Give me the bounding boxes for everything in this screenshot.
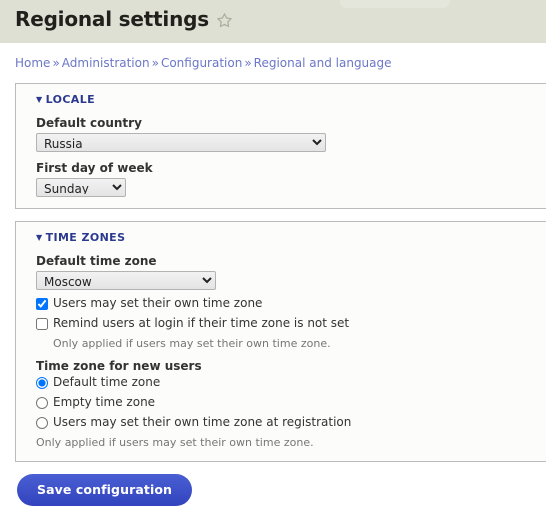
time-zone-for-new-users-label: Time zone for new users: [36, 359, 202, 373]
chevron-down-icon: ▼: [36, 233, 43, 242]
users-may-set-own-time-zone-row[interactable]: Users may set their own time zone: [36, 296, 546, 311]
first-day-of-week-select[interactable]: Sunday: [36, 178, 126, 197]
fieldset-locale-legend[interactable]: ▼ LOCALE: [16, 93, 546, 106]
fieldset-locale-legend-label: LOCALE: [45, 93, 96, 106]
new-users-empty-time-zone-radio[interactable]: [36, 397, 48, 409]
new-users-default-time-zone-label[interactable]: Default time zone: [53, 375, 160, 390]
breadcrumb: Home» Administration» Configuration» Region…: [0, 43, 546, 70]
new-users-set-at-registration-radio[interactable]: [36, 417, 48, 429]
new-users-empty-time-zone-label[interactable]: Empty time zone: [53, 395, 155, 410]
fieldset-time-zones-legend[interactable]: ▼ TIME ZONES: [16, 231, 546, 244]
breadcrumb-item-configuration[interactable]: Configuration: [161, 56, 242, 70]
fieldset-locale-body: Default country Russia First day of week…: [16, 116, 546, 197]
first-day-of-week-label: First day of week: [36, 161, 153, 175]
default-country-label: Default country: [36, 116, 142, 130]
save-configuration-button[interactable]: Save configuration: [17, 474, 193, 506]
users-may-set-own-time-zone-checkbox[interactable]: [36, 298, 48, 310]
breadcrumb-item-regional-and-language[interactable]: Regional and language: [254, 56, 392, 70]
page-header-band: Regional settings: [0, 0, 546, 43]
remind-users-at-login-row[interactable]: Remind users at login if their time zone…: [36, 316, 546, 331]
form-actions: Save configuration: [0, 474, 546, 506]
breadcrumb-item-administration[interactable]: Administration: [62, 56, 150, 70]
new-users-default-time-zone-radio[interactable]: [36, 377, 48, 389]
page-title-row: Regional settings: [15, 9, 233, 29]
default-time-zone-select[interactable]: Moscow: [36, 271, 216, 290]
new-users-set-at-registration-label[interactable]: Users may set their own time zone at reg…: [53, 415, 351, 430]
fieldset-locale: ▼ LOCALE Default country Russia First day…: [15, 83, 546, 209]
new-users-set-at-registration-row[interactable]: Users may set their own time zone at reg…: [36, 415, 546, 430]
new-users-default-time-zone-row[interactable]: Default time zone: [36, 375, 546, 390]
users-may-set-own-time-zone-label[interactable]: Users may set their own time zone: [53, 296, 262, 311]
breadcrumb-separator: »: [244, 56, 252, 70]
remind-users-at-login-checkbox[interactable]: [36, 318, 48, 330]
fieldset-time-zones-legend-label: TIME ZONES: [45, 231, 126, 244]
remind-users-at-login-label[interactable]: Remind users at login if their time zone…: [53, 316, 349, 331]
new-users-empty-time-zone-row[interactable]: Empty time zone: [36, 395, 546, 410]
toolbar-tab-stub: [340, 0, 450, 8]
star-outline-icon[interactable]: [216, 12, 233, 29]
remind-users-description: Only applied if users may set their own …: [53, 337, 331, 350]
breadcrumb-item-home[interactable]: Home: [15, 56, 50, 70]
fieldset-time-zones: ▼ TIME ZONES Default time zone Moscow Use…: [15, 221, 546, 462]
page-title: Regional settings: [15, 7, 209, 31]
new-users-description: Only applied if users may set their own …: [36, 436, 314, 449]
settings-form: ▼ LOCALE Default country Russia First day…: [0, 83, 546, 462]
chevron-down-icon: ▼: [36, 95, 43, 104]
breadcrumb-separator: »: [151, 56, 159, 70]
breadcrumb-separator: »: [52, 56, 60, 70]
default-time-zone-label: Default time zone: [36, 254, 157, 268]
default-country-select[interactable]: Russia: [36, 133, 326, 152]
fieldset-time-zones-body: Default time zone Moscow Users may set t…: [16, 254, 546, 450]
